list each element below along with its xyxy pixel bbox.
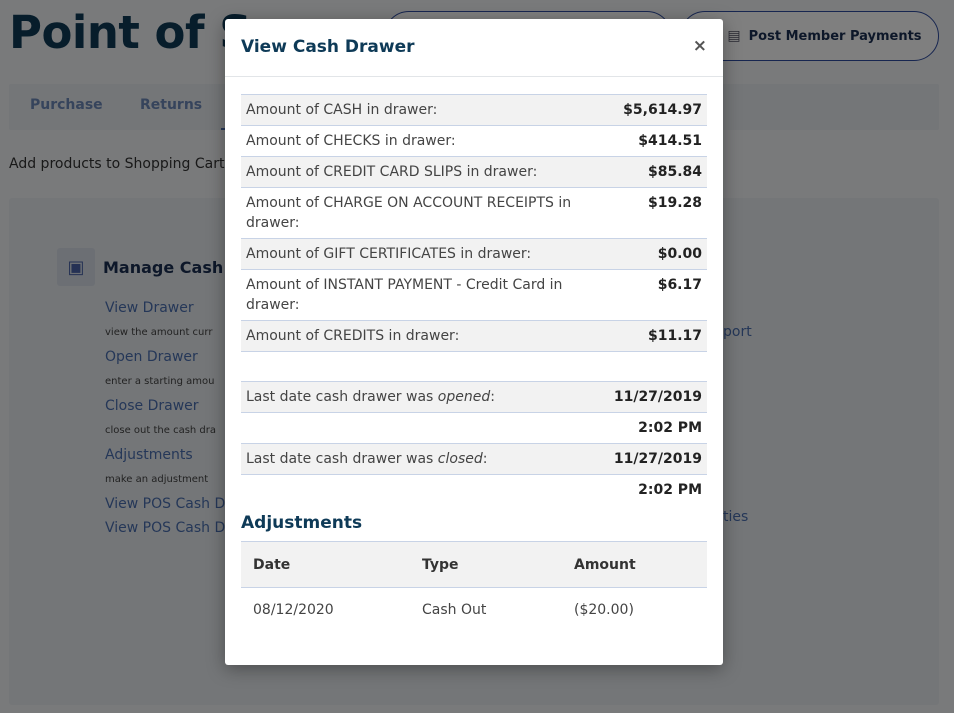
table-row: 2:02 PM [241,474,707,505]
table-row: Amount of CASH in drawer: $5,614.97 [241,94,707,126]
amount-header: Amount [562,541,707,588]
cash-value: $5,614.97 [608,94,707,126]
date-header: Date [241,541,410,588]
last-opened-label: Last date cash drawer was opened: [241,381,609,413]
last-closed-label: Last date cash drawer was closed: [241,443,609,475]
modal-title: View Cash Drawer [241,37,415,57]
adjustment-date: 08/12/2020 [253,601,334,618]
gift-certificates-value: $0.00 [608,238,707,270]
charge-on-account-value: $19.28 [608,187,707,239]
table-row: Amount of GIFT CERTIFICATES in drawer: $… [241,238,707,270]
adjustment-amount: ($20.00) [574,601,634,618]
table-row: Last date cash drawer was closed: 11/27/… [241,443,707,475]
table-row: Amount of CHECKS in drawer: $414.51 [241,125,707,157]
table-row: Amount of CHARGE ON ACCOUNT RECEIPTS in … [241,187,707,239]
table-row: Last date cash drawer was opened: 11/27/… [241,381,707,413]
credits-value: $11.17 [608,320,707,352]
last-opened-date: 11/27/2019 [608,381,707,413]
credit-card-slips-value: $85.84 [608,156,707,188]
type-header: Type [410,541,562,588]
last-closed-date: 11/27/2019 [608,443,707,475]
table-row: 2:02 PM [241,412,707,444]
credits-label: Amount of CREDITS in drawer: [241,320,609,352]
drawer-summary-table: Amount of CASH in drawer: $5,614.97 Amou… [241,94,707,505]
adjustment-type: Cash Out [422,601,487,618]
last-opened-time: 2:02 PM [608,412,707,444]
table-row: Amount of CREDIT CARD SLIPS in drawer: $… [241,156,707,188]
modal-header: View Cash Drawer × [225,19,723,77]
last-closed-time: 2:02 PM [608,474,707,505]
charge-on-account-label: Amount of CHARGE ON ACCOUNT RECEIPTS in … [241,187,609,239]
table-row: Amount of INSTANT PAYMENT - Credit Card … [241,269,707,321]
table-spacer [241,351,707,382]
gift-certificates-label: Amount of GIFT CERTIFICATES in drawer: [241,238,609,270]
instant-payment-value: $6.17 [608,269,707,321]
view-cash-drawer-modal: View Cash Drawer × Amount of CASH in dra… [225,19,723,665]
credit-card-slips-label: Amount of CREDIT CARD SLIPS in drawer: [241,156,609,188]
close-icon[interactable]: × [693,36,707,56]
table-row: Amount of CREDITS in drawer: $11.17 [241,320,707,352]
checks-value: $414.51 [608,125,707,157]
checks-label: Amount of CHECKS in drawer: [241,125,609,157]
table-header-row: Date Type Amount [241,541,707,588]
adjustments-title: Adjustments [241,513,363,533]
adjustments-table: Date Type Amount 08/12/2020 Cash Out ($2… [241,541,707,632]
table-row: 08/12/2020 Cash Out ($20.00) [241,588,707,632]
cash-label: Amount of CASH in drawer: [241,94,609,126]
instant-payment-label: Amount of INSTANT PAYMENT - Credit Card … [241,269,609,321]
